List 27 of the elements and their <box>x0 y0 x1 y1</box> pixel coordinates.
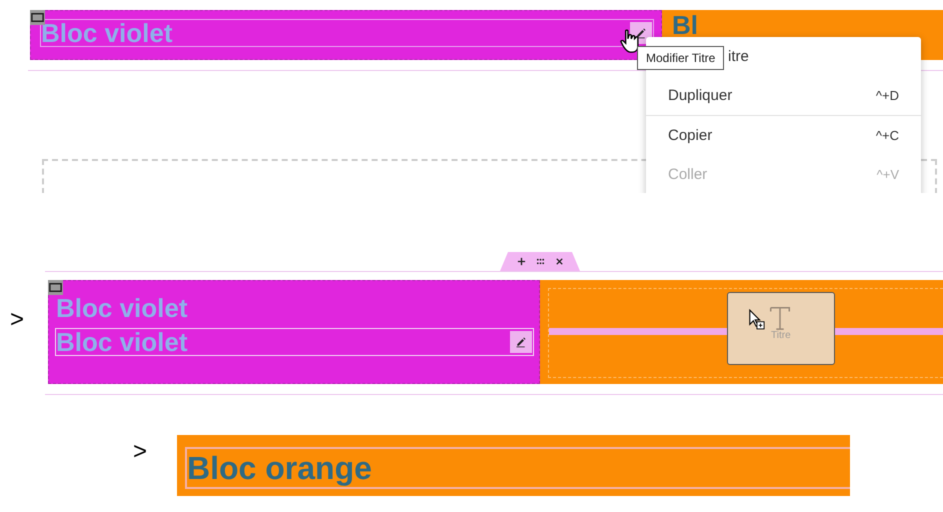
heading-text: Bloc violet <box>56 328 188 356</box>
drag-cursor-icon <box>748 309 765 330</box>
heading-text: Bl <box>672 10 698 40</box>
marker-text: > <box>133 440 148 464</box>
heading-text: Bloc violet <box>41 19 172 47</box>
heading-widget[interactable]: Bloc violet <box>55 294 534 322</box>
pencil-icon <box>635 27 647 39</box>
close-icon <box>554 257 564 266</box>
column-handle-icon <box>48 280 63 295</box>
heading-widget[interactable]: Bloc violet <box>55 328 534 356</box>
heading-widget[interactable]: Bloc orange <box>185 447 850 489</box>
column-handle-icon <box>30 10 45 25</box>
shortcut-text: ^+D <box>876 88 899 103</box>
heading-t-icon <box>768 305 792 331</box>
menu-item[interactable]: Copier ^+C <box>646 116 921 155</box>
tooltip: Modifier Titre <box>637 46 724 70</box>
menu-item[interactable]: Dupliquer ^+D <box>646 76 921 115</box>
widget-label: Titre <box>771 330 791 341</box>
add-icon <box>516 257 526 266</box>
shortcut-text: ^+V <box>876 167 899 182</box>
marker-text: > <box>10 308 24 332</box>
shortcut-text: ^+C <box>876 128 899 143</box>
pencil-icon <box>515 336 527 348</box>
drag-icon <box>536 257 544 266</box>
heading-text: Bloc violet <box>56 294 188 322</box>
edit-button[interactable] <box>510 331 532 353</box>
hand-cursor-icon <box>619 28 639 54</box>
